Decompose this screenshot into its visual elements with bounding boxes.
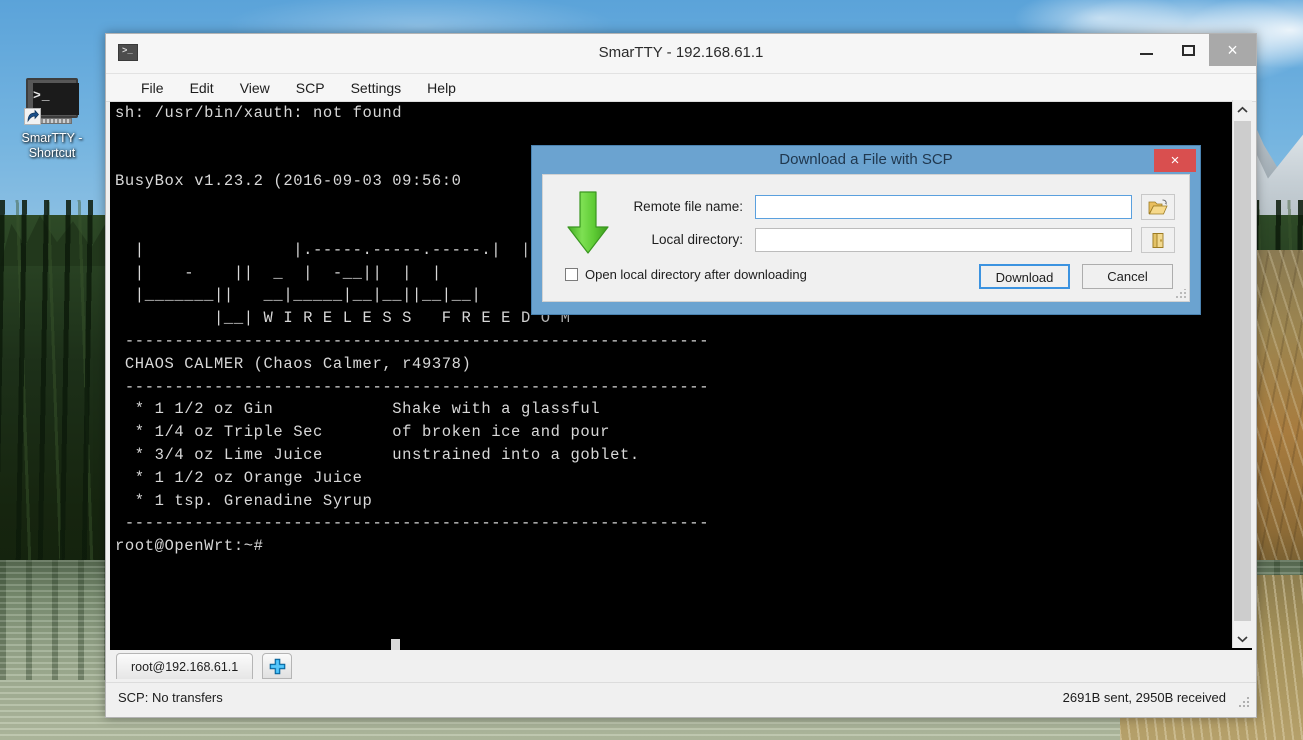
menu-view[interactable]: View [227,77,283,99]
desktop-shortcut-smartty[interactable]: >_ SmarTTY - Shortcut [8,78,96,161]
tab-strip: root@192.168.61.1 [106,650,1256,682]
download-button[interactable]: Download [979,264,1070,289]
maximize-button[interactable] [1167,34,1209,66]
scroll-up-button[interactable] [1233,100,1252,119]
chevron-up-icon [1237,106,1248,113]
dialog-close-icon: × [1170,152,1180,169]
local-directory-input[interactable] [755,228,1132,252]
status-bar: SCP: No transfers 2691B sent, 2950B rece… [106,682,1256,713]
shortcut-arrow-icon [24,108,41,125]
minimize-button[interactable] [1125,34,1167,66]
tab-session-root[interactable]: root@192.168.61.1 [116,653,254,679]
window-title: SmarTTY - 192.168.61.1 [598,44,764,61]
terminal-cursor [391,639,400,650]
scrollbar-track[interactable] [1233,119,1252,629]
local-directory-label: Local directory: [651,232,743,247]
cancel-button[interactable]: Cancel [1082,264,1173,289]
scroll-down-button[interactable] [1233,629,1252,648]
open-local-dir-label: Open local directory after downloading [585,267,807,282]
terminal-monitor-icon: >_ [24,78,80,128]
add-tab-icon [269,658,285,675]
dialog-titlebar: Download a File with SCP × [532,146,1200,174]
status-scp-transfers: SCP: No transfers [118,690,223,705]
close-button[interactable]: × [1209,34,1256,66]
remote-file-name-input[interactable] [755,195,1132,219]
window-controls: × [1125,34,1256,66]
menu-edit[interactable]: Edit [177,77,227,99]
menu-help[interactable]: Help [414,77,469,99]
smartty-window: >_ SmarTTY - 192.168.61.1 × File Edit Vi… [105,33,1257,718]
dialog-close-button[interactable]: × [1154,149,1196,172]
dialog-title: Download a File with SCP [779,151,953,168]
chevron-down-icon [1237,635,1248,642]
menu-file[interactable]: File [128,77,177,99]
desktop: >_ SmarTTY - Shortcut >_ SmarTTY - 192.1… [0,0,1303,740]
desktop-shortcut-label: SmarTTY - Shortcut [21,131,83,160]
minimize-icon [1139,53,1153,55]
menu-scp[interactable]: SCP [283,77,338,99]
prompt-glyph: >_ [33,88,51,103]
menu-settings[interactable]: Settings [338,77,415,99]
menubar: File Edit View SCP Settings Help [106,74,1256,102]
dialog-resize-grip-icon[interactable] [1176,289,1186,299]
open-local-dir-checkbox-row[interactable]: Open local directory after downloading [565,267,807,282]
close-icon: × [1227,40,1238,60]
scrollbar-thumb[interactable] [1234,121,1251,621]
open-local-dir-checkbox[interactable] [565,268,578,281]
open-folder-icon [1148,199,1168,214]
dialog-body: Remote file name: Local directory: Open … [542,174,1190,302]
terminal-scrollbar[interactable] [1232,100,1252,648]
browse-remote-button[interactable] [1141,194,1175,220]
window-titlebar: >_ SmarTTY - 192.168.61.1 × [106,34,1256,74]
resize-grip-icon[interactable] [1238,697,1250,709]
maximize-icon [1181,44,1195,56]
folder-icon [1152,232,1164,248]
remote-file-name-label: Remote file name: [633,199,743,214]
scp-download-dialog: Download a File with SCP × Remote file n… [531,145,1201,315]
status-bytes-counter: 2691B sent, 2950B received [1062,690,1226,705]
add-tab-button[interactable] [261,653,292,679]
browse-local-button[interactable] [1141,227,1175,253]
